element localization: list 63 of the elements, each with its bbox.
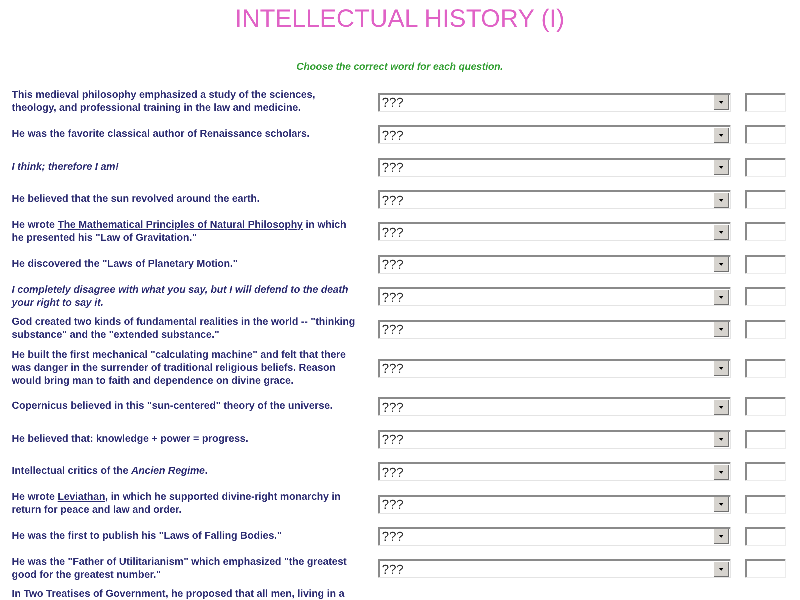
caret-icon: [714, 322, 729, 338]
caret-icon: [714, 128, 729, 143]
instruction-text: Choose the correct word for each question.: [296, 62, 504, 74]
caret-icon: [714, 224, 729, 240]
answer-dropdown[interactable]: ???: [378, 254, 731, 274]
answer-box[interactable]: [745, 287, 786, 306]
question-text: He wrote Leviathan, in which he supported divine-right monarchy in return for peace and law and order.: [12, 491, 342, 518]
caret-icon: [714, 529, 729, 544]
caret-icon: [714, 432, 729, 448]
answer-box[interactable]: [745, 320, 786, 339]
question-text: He was the favorite classical author of Renaissance scholars.: [12, 128, 311, 142]
question-text: He built the first mechanical "calculating machine" and felt that there was danger in the surrender of traditional religious beliefs. Reason would bring man to faith and dependence on divine grace.: [12, 348, 348, 388]
answer-dropdown[interactable]: ???: [378, 222, 731, 242]
answer-dropdown[interactable]: ???: [378, 430, 731, 449]
question-text: He was the "Father of Utilitarianism" which emphasized "the greatest good for the greatest number.": [12, 556, 348, 582]
answer-dropdown[interactable]: ???: [378, 320, 731, 339]
caret-icon: [714, 464, 729, 480]
answer-dropdown[interactable]: ???: [378, 92, 731, 112]
caret-icon: [714, 497, 729, 512]
answer-box[interactable]: [745, 158, 786, 177]
answer-dropdown[interactable]: ???: [378, 287, 731, 306]
question-text: Intellectual critics of the Ancien Regime.: [12, 465, 209, 478]
caret-icon: [714, 192, 729, 208]
question-text: Copernicus believed in this "sun-centered" theory of the universe.: [12, 400, 334, 414]
caret-icon: [714, 562, 729, 577]
question-text: I completely disagree with what you say, but I will defend to the death your right to say it.: [12, 284, 350, 310]
answer-dropdown[interactable]: ???: [378, 158, 731, 177]
answer-box[interactable]: [745, 125, 786, 144]
answer-box[interactable]: [745, 190, 786, 210]
caret-icon: [714, 290, 729, 305]
answer-box[interactable]: [745, 397, 786, 416]
answer-box[interactable]: [745, 494, 786, 514]
question-text: He wrote The Mathematical Principles of Natural Philosophy in which he presented his "Law of Gravitation.": [12, 218, 348, 245]
answer-box[interactable]: [745, 559, 786, 578]
question-text: He believed that the sun revolved around the earth.: [12, 193, 261, 206]
answer-dropdown[interactable]: ???: [378, 190, 731, 210]
answer-box[interactable]: [745, 254, 786, 274]
answer-dropdown[interactable]: ???: [378, 462, 731, 482]
question-text: This medieval philosophy emphasized a study of the sciences, theology, and professional training in the law and medicine.: [12, 89, 316, 116]
answer-dropdown[interactable]: ???: [378, 358, 731, 378]
question-text: He believed that: knowledge + power = progress.: [12, 432, 250, 446]
answer-dropdown[interactable]: ???: [378, 559, 731, 578]
answer-box[interactable]: [745, 462, 786, 482]
answer-box[interactable]: [745, 92, 786, 112]
answer-box[interactable]: [745, 358, 786, 378]
answer-box[interactable]: [745, 222, 786, 242]
answer-box[interactable]: [745, 526, 786, 546]
caret-icon: [714, 361, 729, 376]
question-text: He was the first to publish his "Laws of Falling Bodies.": [12, 530, 284, 543]
answer-dropdown[interactable]: ???: [378, 125, 731, 144]
answer-dropdown[interactable]: ???: [378, 526, 731, 546]
answer-box[interactable]: [745, 430, 786, 449]
caret-icon: [714, 400, 729, 415]
question-text: God created two kinds of fundamental realities in the world -- "thinking substance" and the "extended substance.": [12, 316, 356, 342]
caret-icon: [714, 257, 729, 272]
question-text: I think; therefore I am!: [12, 160, 120, 174]
caret-icon: [714, 160, 729, 176]
question-text: He discovered the "Laws of Planetary Motion.": [12, 258, 239, 271]
answer-dropdown[interactable]: ???: [378, 397, 731, 416]
question-text: In Two Treatises of Government, he proposed that all men, living in a: [12, 588, 346, 600]
answer-dropdown[interactable]: ???: [378, 494, 731, 514]
caret-icon: [714, 95, 729, 110]
page-title: INTELLECTUAL HISTORY (I): [235, 5, 565, 33]
